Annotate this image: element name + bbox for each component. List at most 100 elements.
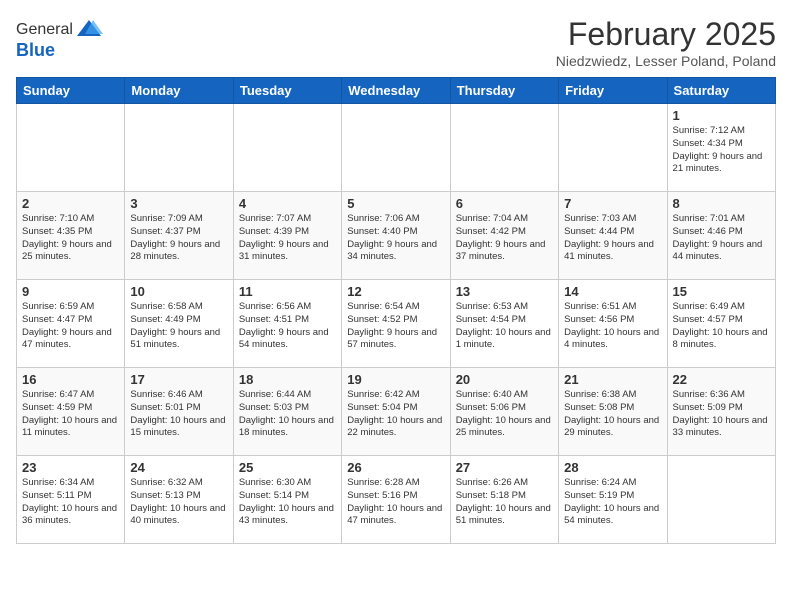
day-info: Sunrise: 6:51 AM Sunset: 4:56 PM Dayligh…: [564, 301, 661, 352]
day-number: 25: [239, 460, 336, 475]
day-info: Sunrise: 6:53 AM Sunset: 4:54 PM Dayligh…: [456, 301, 553, 352]
calendar-day-cell: 12 Sunrise: 6:54 AM Sunset: 4:52 PM Dayli…: [342, 280, 450, 368]
calendar-day-cell: [125, 104, 233, 192]
day-info: Sunrise: 7:10 AM Sunset: 4:35 PM Dayligh…: [22, 213, 119, 264]
day-number: 3: [130, 196, 227, 211]
day-number: 13: [456, 284, 553, 299]
page-header: General Blue February 2025 Niedzwiedz, L…: [16, 16, 776, 69]
calendar-day-cell: 13 Sunrise: 6:53 AM Sunset: 4:54 PM Dayli…: [450, 280, 558, 368]
calendar-week-row: 2 Sunrise: 7:10 AM Sunset: 4:35 PM Daylig…: [17, 192, 776, 280]
day-number: 10: [130, 284, 227, 299]
day-info: Sunrise: 6:44 AM Sunset: 5:03 PM Dayligh…: [239, 389, 336, 440]
day-number: 5: [347, 196, 444, 211]
day-info: Sunrise: 6:47 AM Sunset: 4:59 PM Dayligh…: [22, 389, 119, 440]
title-area: February 2025 Niedzwiedz, Lesser Poland,…: [556, 16, 776, 69]
day-info: Sunrise: 6:30 AM Sunset: 5:14 PM Dayligh…: [239, 477, 336, 528]
logo-icon: [75, 16, 103, 44]
month-year-title: February 2025: [556, 16, 776, 53]
day-number: 19: [347, 372, 444, 387]
day-number: 22: [673, 372, 770, 387]
calendar-header-row: SundayMondayTuesdayWednesdayThursdayFrid…: [17, 78, 776, 104]
day-info: Sunrise: 6:28 AM Sunset: 5:16 PM Dayligh…: [347, 477, 444, 528]
weekday-header: Thursday: [450, 78, 558, 104]
day-info: Sunrise: 6:36 AM Sunset: 5:09 PM Dayligh…: [673, 389, 770, 440]
day-info: Sunrise: 6:42 AM Sunset: 5:04 PM Dayligh…: [347, 389, 444, 440]
calendar-day-cell: 28 Sunrise: 6:24 AM Sunset: 5:19 PM Dayli…: [559, 456, 667, 544]
day-number: 28: [564, 460, 661, 475]
calendar-day-cell: 21 Sunrise: 6:38 AM Sunset: 5:08 PM Dayli…: [559, 368, 667, 456]
day-number: 21: [564, 372, 661, 387]
calendar-day-cell: 10 Sunrise: 6:58 AM Sunset: 4:49 PM Dayli…: [125, 280, 233, 368]
day-info: Sunrise: 6:24 AM Sunset: 5:19 PM Dayligh…: [564, 477, 661, 528]
calendar-day-cell: 22 Sunrise: 6:36 AM Sunset: 5:09 PM Dayli…: [667, 368, 775, 456]
day-info: Sunrise: 7:03 AM Sunset: 4:44 PM Dayligh…: [564, 213, 661, 264]
location-text: Niedzwiedz, Lesser Poland, Poland: [556, 53, 776, 69]
day-number: 14: [564, 284, 661, 299]
day-info: Sunrise: 6:32 AM Sunset: 5:13 PM Dayligh…: [130, 477, 227, 528]
calendar-day-cell: 15Sunrise: 6:49 AM Sunset: 4:57 PM Dayli…: [667, 280, 775, 368]
day-number: 2: [22, 196, 119, 211]
calendar-week-row: 1 Sunrise: 7:12 AM Sunset: 4:34 PM Daylig…: [17, 104, 776, 192]
day-info: Sunrise: 6:58 AM Sunset: 4:49 PM Dayligh…: [130, 301, 227, 352]
calendar-day-cell: 18 Sunrise: 6:44 AM Sunset: 5:03 PM Dayli…: [233, 368, 341, 456]
day-number: 17: [130, 372, 227, 387]
day-info: Sunrise: 7:12 AM Sunset: 4:34 PM Dayligh…: [673, 125, 770, 176]
weekday-header: Sunday: [17, 78, 125, 104]
weekday-header: Wednesday: [342, 78, 450, 104]
calendar-day-cell: 17Sunrise: 6:46 AM Sunset: 5:01 PM Dayli…: [125, 368, 233, 456]
calendar-day-cell: [559, 104, 667, 192]
calendar-day-cell: 20 Sunrise: 6:40 AM Sunset: 5:06 PM Dayli…: [450, 368, 558, 456]
day-number: 15: [673, 284, 770, 299]
day-number: 6: [456, 196, 553, 211]
calendar-day-cell: 1 Sunrise: 7:12 AM Sunset: 4:34 PM Daylig…: [667, 104, 775, 192]
calendar-week-row: 23 Sunrise: 6:34 AM Sunset: 5:11 PM Dayli…: [17, 456, 776, 544]
day-number: 24: [130, 460, 227, 475]
calendar-day-cell: [233, 104, 341, 192]
calendar-day-cell: [17, 104, 125, 192]
logo: General Blue: [16, 16, 103, 61]
day-number: 7: [564, 196, 661, 211]
calendar-day-cell: 3 Sunrise: 7:09 AM Sunset: 4:37 PM Daylig…: [125, 192, 233, 280]
day-info: Sunrise: 6:38 AM Sunset: 5:08 PM Dayligh…: [564, 389, 661, 440]
day-number: 18: [239, 372, 336, 387]
calendar-day-cell: 23 Sunrise: 6:34 AM Sunset: 5:11 PM Dayli…: [17, 456, 125, 544]
calendar-day-cell: 4Sunrise: 7:07 AM Sunset: 4:39 PM Daylig…: [233, 192, 341, 280]
weekday-header: Tuesday: [233, 78, 341, 104]
day-number: 12: [347, 284, 444, 299]
day-info: Sunrise: 6:59 AM Sunset: 4:47 PM Dayligh…: [22, 301, 119, 352]
calendar-day-cell: 14 Sunrise: 6:51 AM Sunset: 4:56 PM Dayli…: [559, 280, 667, 368]
calendar-day-cell: 6Sunrise: 7:04 AM Sunset: 4:42 PM Daylig…: [450, 192, 558, 280]
calendar-day-cell: 11 Sunrise: 6:56 AM Sunset: 4:51 PM Dayli…: [233, 280, 341, 368]
calendar-day-cell: 16 Sunrise: 6:47 AM Sunset: 4:59 PM Dayli…: [17, 368, 125, 456]
calendar-day-cell: 8Sunrise: 7:01 AM Sunset: 4:46 PM Daylig…: [667, 192, 775, 280]
calendar-week-row: 9 Sunrise: 6:59 AM Sunset: 4:47 PM Daylig…: [17, 280, 776, 368]
day-number: 8: [673, 196, 770, 211]
calendar-day-cell: [450, 104, 558, 192]
day-info: Sunrise: 6:34 AM Sunset: 5:11 PM Dayligh…: [22, 477, 119, 528]
day-number: 11: [239, 284, 336, 299]
calendar-day-cell: 24 Sunrise: 6:32 AM Sunset: 5:13 PM Dayli…: [125, 456, 233, 544]
calendar-day-cell: 9 Sunrise: 6:59 AM Sunset: 4:47 PM Daylig…: [17, 280, 125, 368]
calendar-day-cell: 7 Sunrise: 7:03 AM Sunset: 4:44 PM Daylig…: [559, 192, 667, 280]
day-number: 4: [239, 196, 336, 211]
calendar-day-cell: 27Sunrise: 6:26 AM Sunset: 5:18 PM Dayli…: [450, 456, 558, 544]
calendar-day-cell: 25 Sunrise: 6:30 AM Sunset: 5:14 PM Dayli…: [233, 456, 341, 544]
day-info: Sunrise: 6:54 AM Sunset: 4:52 PM Dayligh…: [347, 301, 444, 352]
day-number: 20: [456, 372, 553, 387]
calendar-day-cell: 2 Sunrise: 7:10 AM Sunset: 4:35 PM Daylig…: [17, 192, 125, 280]
day-number: 26: [347, 460, 444, 475]
day-info: Sunrise: 7:09 AM Sunset: 4:37 PM Dayligh…: [130, 213, 227, 264]
calendar-day-cell: 5Sunrise: 7:06 AM Sunset: 4:40 PM Daylig…: [342, 192, 450, 280]
day-number: 1: [673, 108, 770, 123]
calendar-week-row: 16 Sunrise: 6:47 AM Sunset: 4:59 PM Dayli…: [17, 368, 776, 456]
calendar-table: SundayMondayTuesdayWednesdayThursdayFrid…: [16, 77, 776, 544]
weekday-header: Friday: [559, 78, 667, 104]
day-number: 23: [22, 460, 119, 475]
weekday-header: Saturday: [667, 78, 775, 104]
calendar-day-cell: 26 Sunrise: 6:28 AM Sunset: 5:16 PM Dayli…: [342, 456, 450, 544]
day-info: Sunrise: 6:56 AM Sunset: 4:51 PM Dayligh…: [239, 301, 336, 352]
weekday-header: Monday: [125, 78, 233, 104]
day-number: 16: [22, 372, 119, 387]
day-info: Sunrise: 6:40 AM Sunset: 5:06 PM Dayligh…: [456, 389, 553, 440]
day-number: 9: [22, 284, 119, 299]
